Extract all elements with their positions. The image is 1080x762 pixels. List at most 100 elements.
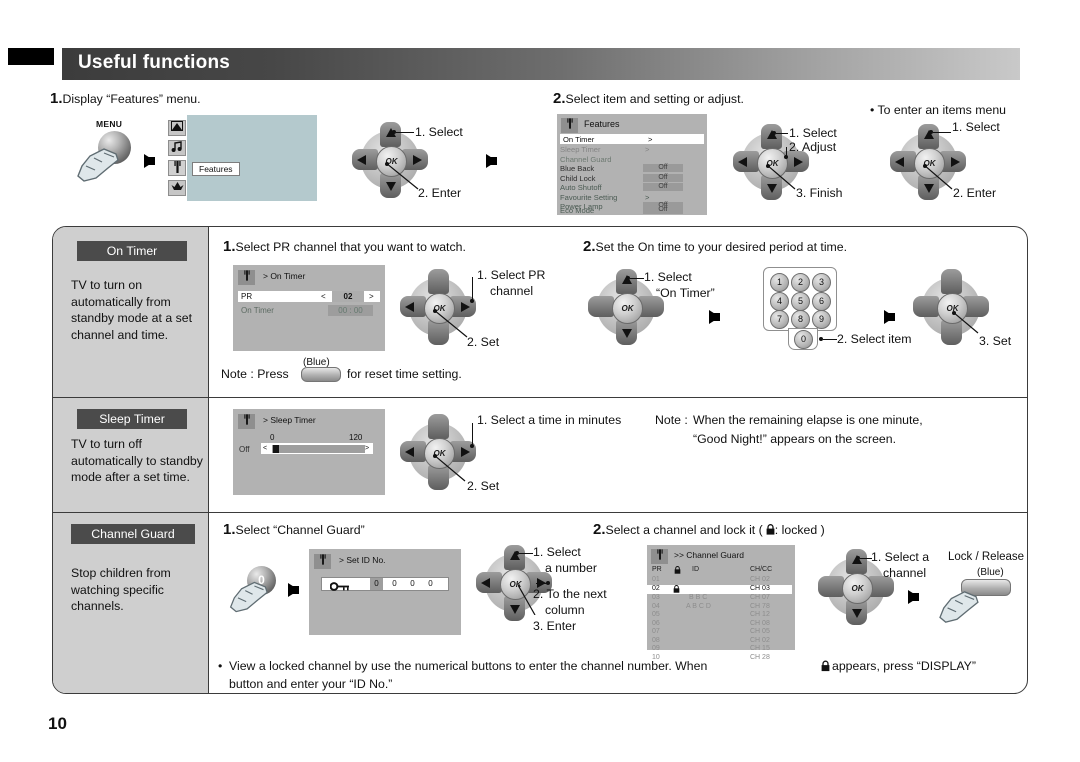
- desc-sleep-timer: TV to turn off automatically to standby …: [71, 437, 203, 484]
- on-timer-osd-pr-right[interactable]: >: [369, 292, 374, 301]
- key-4[interactable]: 4: [770, 292, 789, 311]
- on-timer-osd-pr-row[interactable]: PR < 02 >: [238, 291, 380, 302]
- features-osd-row-6[interactable]: Favourite Setting >: [560, 193, 704, 202]
- cg-row-3-id: A B C D: [686, 602, 711, 610]
- table-row[interactable]: 09 CH 15: [647, 645, 792, 653]
- dpad-cg-a-leader-3: [518, 585, 536, 615]
- enter-items-menu-note: • To enter an items menu: [870, 103, 1006, 117]
- features-osd-row-5[interactable]: Auto Shutoff Off: [560, 183, 704, 192]
- dpad-on-timer-c-up[interactable]: [941, 269, 962, 294]
- key-6[interactable]: 6: [812, 292, 831, 311]
- dpad-2-left[interactable]: [733, 151, 759, 172]
- key-7[interactable]: 7: [770, 310, 789, 329]
- features-osd-row-4[interactable]: Child Lock Off: [560, 173, 704, 183]
- on-timer-osd-pr-label: PR: [241, 292, 253, 301]
- dpad-on-timer-c-left[interactable]: [913, 296, 939, 317]
- sleep-timer-slider[interactable]: < >: [261, 443, 373, 454]
- dpad-2-up[interactable]: [761, 124, 782, 149]
- table-row[interactable]: 07 CH 05: [647, 628, 792, 636]
- top-step1: 1.Display “Features” menu.: [50, 90, 201, 107]
- top-step1-num: 1.: [50, 90, 63, 107]
- table-row[interactable]: 08 CH 02: [647, 637, 792, 645]
- dpad-sleep-timer-up[interactable]: [428, 414, 449, 439]
- dpad-on-timer-a-up[interactable]: [428, 269, 449, 294]
- key-1[interactable]: 1: [770, 273, 789, 292]
- table-row[interactable]: 06 CH 08: [647, 620, 792, 628]
- set-id-digit-0[interactable]: 0: [370, 578, 383, 590]
- dpad-on-timer-b-ok[interactable]: OK: [612, 293, 643, 324]
- sound-icon[interactable]: [168, 140, 186, 156]
- picture-icon[interactable]: [168, 120, 186, 136]
- features-osd-row-4-value[interactable]: Off: [643, 173, 683, 182]
- channel-guard-step2-prefix: Select a channel and lock it (: [605, 523, 763, 537]
- features-osd-row-3-value[interactable]: Off: [643, 164, 683, 172]
- set-id-digit-1[interactable]: 0: [388, 578, 401, 590]
- dpad-1-left[interactable]: [352, 149, 378, 170]
- features-osd-row-5-value[interactable]: Off: [643, 183, 683, 191]
- on-timer-note-prefix: Note : Press: [221, 367, 289, 381]
- set-id-digit-3[interactable]: 0: [424, 578, 437, 590]
- blue-button-on-timer[interactable]: [301, 367, 341, 382]
- flow-arrow-2: [486, 154, 497, 168]
- cg-a-label-4-text: column: [545, 603, 585, 617]
- flow-arrow-6: [908, 590, 919, 604]
- on-timer-osd-timer-row[interactable]: On Timer 00 : 00: [238, 305, 380, 316]
- dpad-sleep-timer-left[interactable]: [400, 441, 426, 462]
- sleep-timer-thumb[interactable]: [273, 444, 279, 453]
- dpad-on-timer-b-up[interactable]: [616, 269, 637, 294]
- table-row[interactable]: 02 CH 03: [647, 584, 792, 594]
- set-id-digit-2[interactable]: 0: [406, 578, 419, 590]
- features-osd-row-3[interactable]: Blue Back Off: [560, 164, 704, 173]
- features-osd-row-1[interactable]: Sleep Timer >: [560, 145, 704, 154]
- features-osd-row-8[interactable]: Eco Mode Off: [560, 206, 704, 215]
- features-osd-row-0[interactable]: On Timer >: [560, 134, 704, 144]
- set-id-osd-title: > Set ID No.: [339, 555, 386, 565]
- on-timer-b-label-2-text: “On Timer”: [656, 286, 715, 300]
- key-5[interactable]: 5: [791, 292, 810, 311]
- on-timer-osd-title: > On Timer: [263, 271, 306, 281]
- dpad-channel-guard-a-up[interactable]: [504, 545, 525, 570]
- cg-row-5-pr: 06: [652, 619, 660, 627]
- cg-header-lock-icon: [674, 566, 681, 576]
- dpad-channel-guard-b-ok[interactable]: OK: [842, 573, 873, 604]
- cg-row-4-ch: CH 12: [750, 611, 770, 618]
- on-timer-c-label-text: 3. Set: [979, 334, 1012, 348]
- key-9[interactable]: 9: [812, 310, 831, 329]
- dpad-channel-guard-b-left[interactable]: [818, 576, 844, 597]
- features-osd-title: Features: [584, 119, 620, 129]
- install-icon[interactable]: [168, 180, 186, 196]
- sleep-timer-osd-title: > Sleep Timer: [263, 415, 316, 425]
- numeric-keypad[interactable]: 1 2 3 4 5 6 7 8 9: [763, 267, 837, 331]
- on-timer-a-label-3-text: 2. Set: [467, 335, 500, 349]
- table-row[interactable]: 05 CH 12: [647, 611, 792, 619]
- dpad-on-timer-a-left[interactable]: [400, 296, 426, 317]
- table-row[interactable]: 01 CH 02: [647, 576, 792, 584]
- dpad-3-up[interactable]: [918, 124, 939, 149]
- key-8[interactable]: 8: [791, 310, 810, 329]
- dpad-1-label-1-text: 1. Select: [415, 125, 463, 139]
- channel-guard-osd-title: >> Channel Guard: [674, 550, 744, 560]
- on-timer-a-label-2: channel: [490, 284, 533, 298]
- dpad-channel-guard-a-left[interactable]: [476, 572, 502, 593]
- features-icon[interactable]: [168, 160, 186, 176]
- table-row[interactable]: 04 A B C D CH 78: [647, 603, 792, 611]
- sleep-timer-left-arrow[interactable]: <: [263, 443, 267, 454]
- top-step2: 2.Select item and setting or adjust.: [553, 90, 744, 107]
- features-osd-row-8-value[interactable]: Off: [643, 206, 683, 214]
- set-id-input[interactable]: 0 0 0 0: [321, 577, 449, 591]
- cg-row-6-pr: 07: [652, 628, 660, 635]
- key-0[interactable]: 0: [794, 330, 813, 349]
- key-3[interactable]: 3: [812, 273, 831, 292]
- sleep-timer-right-arrow[interactable]: >: [365, 443, 369, 454]
- dpad-on-timer-b-left[interactable]: [588, 296, 614, 317]
- sleep-timer-note-label: Note :: [655, 413, 688, 427]
- table-row[interactable]: 03 B B C CH 07: [647, 594, 792, 602]
- key-2[interactable]: 2: [791, 273, 810, 292]
- dpad-channel-guard-b-up[interactable]: [846, 549, 867, 574]
- on-timer-osd-pr-left[interactable]: <: [321, 292, 326, 301]
- dpad-3-left[interactable]: [890, 151, 916, 172]
- top-step2-text: Select item and setting or adjust.: [565, 92, 744, 106]
- features-osd-row-2[interactable]: Channel Guard: [560, 155, 704, 164]
- dpad-1-up[interactable]: [380, 122, 401, 147]
- key-0-wrap[interactable]: 0: [788, 328, 818, 350]
